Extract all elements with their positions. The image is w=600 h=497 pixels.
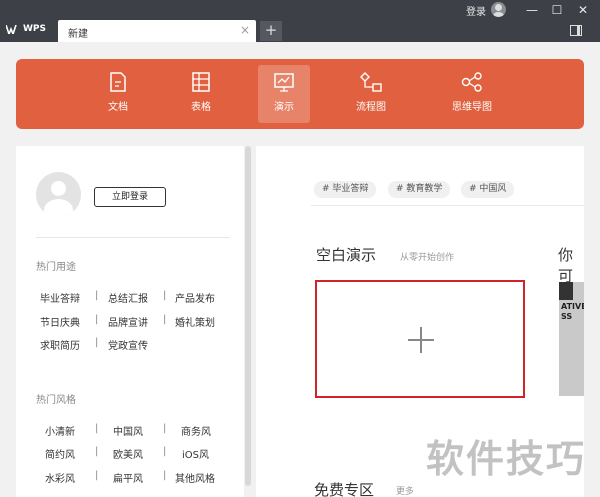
type-document-label: 文档 xyxy=(108,102,128,113)
usage-link[interactable]: 婚礼策划 xyxy=(175,314,215,329)
document-icon xyxy=(110,72,126,92)
template-thumbnail[interactable]: ATIVE SS xyxy=(559,282,584,396)
style-link[interactable]: iOS风 xyxy=(182,446,209,461)
type-spreadsheet[interactable]: 表格 xyxy=(175,65,227,123)
style-link[interactable]: 欧美风 xyxy=(113,446,143,461)
popular-style-title: 热门风格 xyxy=(36,395,76,406)
sidebar-toggle-icon[interactable] xyxy=(570,25,582,36)
thumbnail-text: ATIVE SS xyxy=(561,302,584,321)
recommended-section-title: 你可 xyxy=(558,246,574,285)
separator: | xyxy=(163,290,167,301)
wps-logo-text: WPS xyxy=(23,24,47,34)
wps-logo-icon xyxy=(6,24,17,34)
divider xyxy=(311,205,584,206)
style-link[interactable]: 中国风 xyxy=(113,423,143,438)
minimize-button[interactable]: — xyxy=(521,1,543,19)
type-document[interactable]: 文档 xyxy=(92,65,144,123)
maximize-button[interactable]: ☐ xyxy=(546,1,568,19)
type-presentation[interactable]: 演示 xyxy=(258,65,310,123)
blank-presentation-subtitle: 从零开始创作 xyxy=(400,253,455,263)
type-spreadsheet-label: 表格 xyxy=(191,102,211,113)
style-link[interactable]: 扁平风 xyxy=(113,470,143,485)
separator: | xyxy=(95,337,99,348)
tab-new[interactable]: 新建 × xyxy=(58,20,256,42)
style-link[interactable]: 水彩风 xyxy=(45,470,75,485)
close-button[interactable]: ✕ xyxy=(572,1,594,19)
style-link[interactable]: 其他风格 xyxy=(175,470,215,485)
type-flowchart[interactable]: 流程图 xyxy=(345,65,397,123)
blank-presentation-title: 空白演示 xyxy=(316,246,377,264)
usage-link[interactable]: 总结汇报 xyxy=(108,290,148,305)
style-link[interactable]: 商务风 xyxy=(181,423,211,438)
spreadsheet-icon xyxy=(192,72,210,92)
separator: | xyxy=(163,423,167,434)
title-bar: WPS 新建 × + 登录 — ☐ ✕ xyxy=(0,0,600,42)
tab-close-icon[interactable]: × xyxy=(240,23,250,37)
tag-chip[interactable]: # 中国风 xyxy=(461,181,515,198)
separator: | xyxy=(95,314,99,325)
thumbnail-graphic xyxy=(559,282,573,300)
mindmap-icon xyxy=(461,72,482,92)
plus-icon-vertical xyxy=(420,327,422,353)
free-section-more-link[interactable]: 更多 xyxy=(396,484,414,497)
watermark-text: 软件技巧 xyxy=(426,437,587,481)
usage-link[interactable]: 党政宣传 xyxy=(108,337,148,352)
separator: | xyxy=(163,470,167,481)
separator: | xyxy=(95,423,99,434)
separator: | xyxy=(163,314,167,325)
type-mindmap-label: 思维导图 xyxy=(452,102,492,113)
usage-link[interactable]: 品牌宣讲 xyxy=(108,314,148,329)
separator: | xyxy=(95,470,99,481)
user-avatar-icon[interactable] xyxy=(491,2,506,17)
usage-link[interactable]: 节日庆典 xyxy=(40,314,80,329)
separator: | xyxy=(163,446,167,457)
tag-chip[interactable]: # 教育教学 xyxy=(388,181,451,198)
free-section-title: 免费专区 xyxy=(314,481,375,497)
tab-title: 新建 xyxy=(68,29,88,40)
wps-logo[interactable]: WPS xyxy=(6,24,46,34)
avatar-placeholder-icon xyxy=(36,172,81,217)
type-flowchart-label: 流程图 xyxy=(356,102,386,113)
add-tab-button[interactable]: + xyxy=(260,21,282,41)
style-link[interactable]: 小清新 xyxy=(45,423,75,438)
login-now-button[interactable]: 立即登录 xyxy=(94,187,166,207)
style-link[interactable]: 简约风 xyxy=(45,446,75,461)
new-blank-presentation-card[interactable] xyxy=(315,280,525,398)
presentation-icon xyxy=(274,73,294,92)
type-presentation-label: 演示 xyxy=(274,102,294,113)
flowchart-icon xyxy=(360,72,382,92)
document-type-bar: 文档 表格 演示 流程图 思维导图 xyxy=(16,59,584,129)
login-link[interactable]: 登录 xyxy=(466,3,486,18)
usage-link[interactable]: 产品发布 xyxy=(175,290,215,305)
usage-link[interactable]: 求职简历 xyxy=(40,337,80,352)
usage-link[interactable]: 毕业答辩 xyxy=(40,290,80,305)
popular-usage-title: 热门用途 xyxy=(36,262,76,273)
divider xyxy=(36,237,230,238)
separator: | xyxy=(95,446,99,457)
separator: | xyxy=(95,290,99,301)
left-panel: 立即登录 热门用途 毕业答辩 | 总结汇报 | 产品发布 节日庆典 | 品牌宣讲… xyxy=(16,146,244,497)
type-mindmap[interactable]: 思维导图 xyxy=(440,65,504,123)
left-panel-scrollbar[interactable] xyxy=(245,146,251,486)
tag-chip[interactable]: # 毕业答辩 xyxy=(314,181,377,198)
